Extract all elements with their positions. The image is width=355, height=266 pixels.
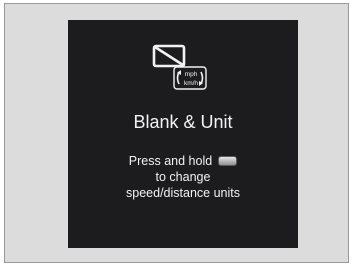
instruction-text: Press and hold to change speed/distance … xyxy=(68,153,298,201)
instrument-display: mph km/h Blank & Unit Press and hold to … xyxy=(68,20,298,248)
unit-toggle-icon: mph km/h xyxy=(173,66,207,90)
instruction-line-3: speed/distance units xyxy=(126,186,240,200)
instruction-line-1: Press and hold xyxy=(68,153,298,169)
instruction-line-2: to change xyxy=(155,170,211,184)
instruction-line-1-text: Press and hold xyxy=(128,154,213,168)
blank-screen-icon: mph km/h xyxy=(152,44,207,90)
blank-unit-icon-group: mph km/h xyxy=(152,43,210,93)
unit-kmh-label: km/h xyxy=(184,80,198,87)
steering-button-icon xyxy=(218,156,238,166)
unit-mph-label: mph xyxy=(185,71,198,78)
manual-figure-frame: mph km/h Blank & Unit Press and hold to … xyxy=(4,3,349,263)
display-title: Blank & Unit xyxy=(133,112,233,132)
